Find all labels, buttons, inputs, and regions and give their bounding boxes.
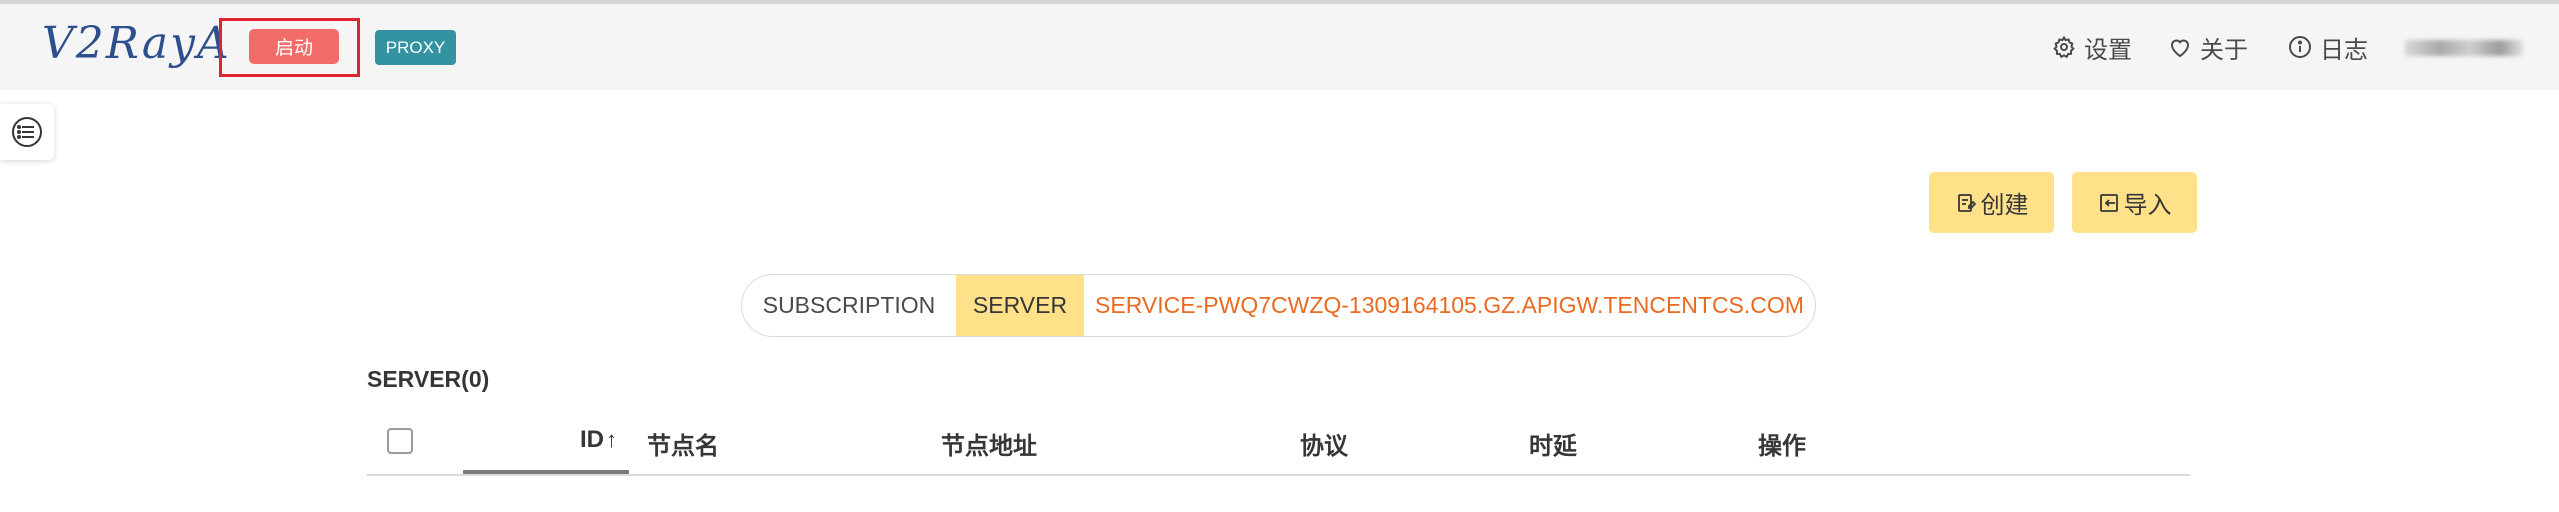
column-latency[interactable]: 时延 — [1529, 426, 1577, 461]
column-operation: 操作 — [1758, 433, 1806, 460]
import-label: 导入 — [2123, 192, 2172, 219]
create-button[interactable]: 创建 — [1929, 172, 2054, 233]
import-icon — [2099, 193, 2118, 212]
user-account-blurred[interactable] — [2405, 40, 2523, 56]
server-table-header: ID↑ 节点名 节点地址 协议 时延 操作 — [367, 410, 2190, 476]
column-id[interactable]: ID↑ — [580, 426, 617, 454]
server-section-title: SERVER(0) — [367, 366, 490, 392]
tab-subscription[interactable]: SUBSCRIPTION — [742, 275, 956, 336]
settings-label: 设置 — [2084, 36, 2132, 64]
app-logo[interactable]: V2RayA — [42, 18, 231, 69]
log-label: 日志 — [2320, 36, 2368, 64]
sorted-column-indicator — [463, 470, 629, 474]
sort-up-icon: ↑ — [606, 427, 617, 452]
import-button[interactable]: 导入 — [2072, 172, 2197, 233]
menu-list-icon — [12, 117, 42, 147]
column-node-address[interactable]: 节点地址 — [941, 426, 1037, 461]
start-button[interactable]: 启动 — [249, 29, 339, 64]
column-protocol[interactable]: 协议 — [1300, 426, 1348, 461]
info-icon — [2289, 36, 2311, 58]
create-label: 创建 — [1980, 192, 2029, 219]
tab-bar: SUBSCRIPTION SERVER SERVICE-PWQ7CWZQ-130… — [741, 274, 1816, 337]
nav-settings[interactable]: 设置 — [2052, 31, 2132, 64]
create-doc-icon — [1957, 193, 1976, 212]
heart-icon — [2170, 39, 2190, 58]
tab-service-subscription[interactable]: SERVICE-PWQ7CWZQ-1309164105.GZ.APIGW.TEN… — [1084, 275, 1815, 336]
column-id-label: ID — [580, 426, 604, 453]
proxy-mode-tag: PROXY — [375, 30, 456, 65]
column-node-name[interactable]: 节点名 — [647, 426, 719, 461]
about-label: 关于 — [2200, 36, 2248, 64]
tab-server[interactable]: SERVER — [956, 275, 1084, 336]
sidebar-toggle[interactable] — [0, 104, 54, 160]
nav-about[interactable]: 关于 — [2168, 31, 2248, 64]
select-all-checkbox[interactable] — [387, 428, 413, 454]
nav-log[interactable]: 日志 — [2288, 31, 2368, 64]
gear-icon — [2053, 35, 2075, 59]
